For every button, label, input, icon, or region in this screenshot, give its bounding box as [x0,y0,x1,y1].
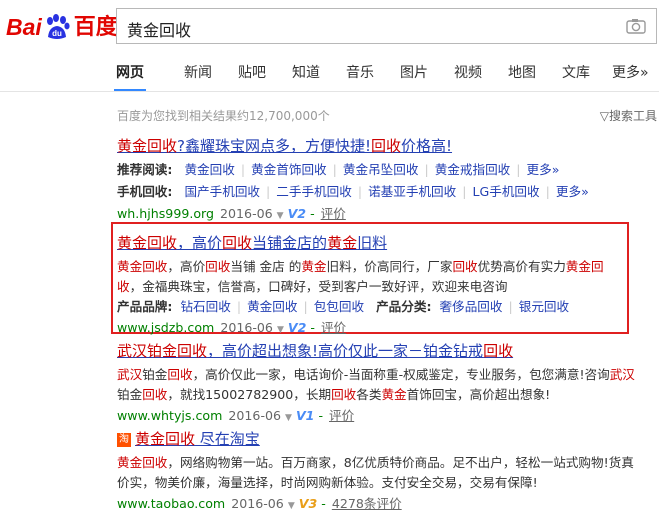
result-3-snippet-line2: 铂金回收，就找15002782900，长期回收各类黄金首饰回宝，高价超出想象! [117,387,551,402]
paw-icon: du [43,13,71,41]
result-3-meta: www.whtyjs.com 2016-06 ▼ V1 - 评价 [117,408,355,423]
related-link[interactable]: LG手机回收 [472,184,539,199]
tab-news[interactable]: 新闻 [184,62,212,82]
related-more-link[interactable]: 更多» [527,162,560,177]
header-divider [0,91,659,92]
header: Bai du 百度 黄金回收 网页 新闻 贴吧 知道 音乐 图片 视频 地图 文… [0,0,659,96]
evaluate-link[interactable]: 评价 [329,408,354,423]
tab-more[interactable]: 更多» [612,62,649,82]
search-input[interactable]: 黄金回收 [116,8,657,44]
result-1-related-row: 推荐阅读: 黄金回收 | 黄金首饰回收 | 黄金吊坠回收 | 黄金戒指回收 | 更多» [117,162,560,177]
evaluate-link[interactable]: 评价 [321,320,346,335]
result-date: 2016-06 [220,320,273,335]
result-1-title[interactable]: 黄金回收?鑫耀珠宝网点多，方便快捷!回收价格高! [117,137,452,155]
tab-web[interactable]: 网页 [114,62,146,91]
taobao-icon: 淘 [117,432,131,447]
verify-badge[interactable]: V2 [288,320,307,335]
result-url[interactable]: wh.hjhs999.org [117,206,214,221]
result-4: 淘黄金回收 尽在淘宝 黄金回收，网络购物第一站。百万商家，8亿优质特价商品。足不… [117,428,634,517]
search-value: 黄金回收 [127,21,192,40]
category-label: 产品分类: [376,299,432,314]
logo-bai: Bai [6,13,42,40]
tab-music[interactable]: 音乐 [346,62,374,82]
result-2-title[interactable]: 黄金回收，高价回收当铺金店的黄金旧料 [117,234,387,252]
result-3-snippet-line1: 武汉铂金回收，高价仅此一家，电话询价-当面称重-权威鉴定，专业服务，包您满意!咨… [117,367,635,382]
verify-badge[interactable]: V3 [299,496,318,511]
dropdown-triangle-icon[interactable]: ▼ [277,211,284,221]
related-link[interactable]: 二手手机回收 [276,184,352,199]
verify-badge[interactable]: V1 [296,408,315,423]
dropdown-triangle-icon[interactable]: ▼ [277,325,284,335]
result-date: 2016-06 [220,206,273,221]
result-1: 黄金回收?鑫耀珠宝网点多，方便快捷!回收价格高! 推荐阅读: 黄金回收 | 黄金首饰… [117,135,589,227]
evaluate-link[interactable]: 4278条评价 [332,496,402,511]
related-link[interactable]: 黄金首饰回收 [251,162,327,177]
result-2: 黄金回收，高价回收当铺金店的黄金旧料 黄金回收，高价回收当铺 金店 的黄金旧料，… [117,232,604,341]
related-link[interactable]: 国产手机回收 [184,184,260,199]
result-4-snippet-line1: 黄金回收，网络购物第一站。百万商家，8亿优质特价商品。足不出户，轻松一站式购物!… [117,455,634,470]
result-1-row1-label: 推荐阅读: [117,162,173,177]
related-link[interactable]: 黄金回收 [184,162,234,177]
tab-zhidao[interactable]: 知道 [292,62,320,82]
category-link[interactable]: 银元回收 [519,299,569,314]
result-1-row2-label: 手机回收: [117,184,173,199]
result-date: 2016-06 [228,408,282,423]
related-link[interactable]: 黄金戒指回收 [435,162,511,177]
result-4-snippet-line2: 价实，物美价廉，海量选择，时尚网购新体验。支付安全交易，交易有保障! [117,475,538,490]
tab-tieba[interactable]: 贴吧 [238,62,266,82]
tab-images[interactable]: 图片 [400,62,428,82]
logo-chinese: 百度 [73,14,118,39]
tab-video[interactable]: 视频 [454,62,482,82]
result-4-meta: www.taobao.com 2016-06 ▼ V3 - 4278条评价 [117,496,402,511]
result-count: 百度为您找到相关结果约12,700,000个 [117,109,330,123]
dropdown-triangle-icon[interactable]: ▼ [285,413,292,423]
search-tools-button[interactable]: ▽搜索工具 [600,107,657,124]
dropdown-triangle-icon[interactable]: ▼ [288,501,295,511]
related-more-link[interactable]: 更多» [556,184,589,199]
result-2-snippet-line1: 黄金回收，高价回收当铺 金店 的黄金旧料，价高同行，厂家回收优势高价有实力黄金回 [117,259,604,274]
tab-map[interactable]: 地图 [508,62,536,82]
tab-wenku[interactable]: 文库 [562,62,590,82]
result-3: 武汉铂金回收，高价超出想象!高价仅此一家－铂金钻戒回收 武汉铂金回收，高价仅此一… [117,340,635,429]
result-3-title[interactable]: 武汉铂金回收，高价超出想象!高价仅此一家－铂金钻戒回收 [117,342,513,360]
logo-du: du [52,29,62,38]
result-4-title[interactable]: 淘黄金回收 尽在淘宝 [117,430,260,448]
result-url[interactable]: www.taobao.com [117,496,225,511]
result-url[interactable]: www.jsdzb.com [117,320,214,335]
category-link[interactable]: 包包回收 [314,299,364,314]
camera-icon[interactable] [626,18,646,34]
related-link[interactable]: 诺基亚手机回收 [368,184,456,199]
category-link[interactable]: 钻石回收 [180,299,230,314]
result-1-phone-row: 手机回收: 国产手机回收 | 二手手机回收 | 诺基亚手机回收 | LG手机回收 | 更多» [117,184,589,199]
brand-label: 产品品牌: [117,299,173,314]
result-2-category-row: 产品品牌: 钻石回收 | 黄金回收 | 包包回收 产品分类: 奢侈品回收 | 银元回收 [117,299,570,314]
category-link[interactable]: 黄金回收 [247,299,297,314]
result-date: 2016-06 [231,496,284,511]
result-url[interactable]: www.whtyjs.com [117,408,222,423]
result-2-meta: www.jsdzb.com 2016-06 ▼ V2 - 评价 [117,320,347,335]
verify-badge[interactable]: V2 [288,206,307,221]
baidu-logo[interactable]: Bai du 百度 [6,10,118,44]
related-link[interactable]: 黄金吊坠回收 [343,162,419,177]
evaluate-link[interactable]: 评价 [321,206,346,221]
result-2-snippet-line2: 收，金福典珠宝，信誉高，口碑好，受到客户一致好评，欢迎来电咨询 [117,279,508,294]
category-link[interactable]: 奢侈品回收 [440,299,503,314]
